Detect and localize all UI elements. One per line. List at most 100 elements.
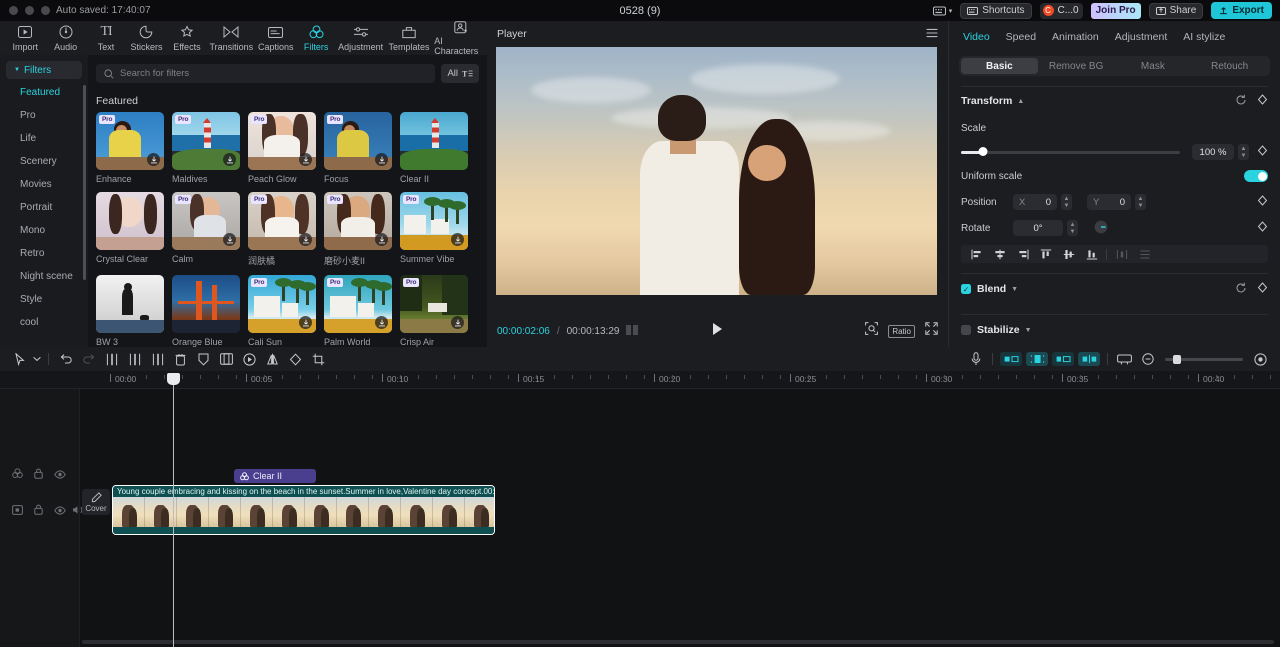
download-icon[interactable] bbox=[147, 153, 160, 166]
filter-thumbnail[interactable]: Pro bbox=[172, 112, 240, 170]
share-button[interactable]: Share bbox=[1148, 2, 1204, 19]
filter-item[interactable]: Pro 磨砂小麦II bbox=[324, 192, 392, 267]
tab-effects[interactable]: Effects bbox=[168, 22, 206, 54]
filter-thumbnail[interactable]: Pro bbox=[248, 112, 316, 170]
filter-item[interactable]: Pro Palm World bbox=[324, 275, 392, 347]
sidebar-item-featured[interactable]: Featured bbox=[0, 81, 88, 104]
tab-audio[interactable]: Audio bbox=[46, 22, 84, 54]
filter-thumbnail[interactable]: Pro bbox=[324, 112, 392, 170]
keyframe-scale-button[interactable] bbox=[1257, 145, 1268, 159]
freeze-frame-button[interactable] bbox=[1050, 349, 1076, 369]
player-menu-button[interactable] bbox=[926, 28, 938, 41]
fullscreen-button[interactable] bbox=[925, 322, 938, 340]
video-track-icon[interactable] bbox=[12, 502, 23, 520]
trim-left-button[interactable] bbox=[123, 349, 146, 369]
download-icon[interactable] bbox=[223, 233, 236, 246]
split-at-playhead-button[interactable] bbox=[1076, 349, 1102, 369]
distribute-vertical-button[interactable] bbox=[1133, 245, 1156, 263]
tab-filters[interactable]: Filters bbox=[297, 22, 335, 54]
sidebar-item-life[interactable]: Life bbox=[0, 127, 88, 150]
scale-slider[interactable] bbox=[961, 147, 1180, 156]
auto-cut-button[interactable] bbox=[998, 349, 1024, 369]
lock-track-button[interactable] bbox=[34, 466, 43, 484]
position-x-input[interactable]: X 0 bbox=[1013, 194, 1057, 210]
filter-item[interactable]: BW 3 bbox=[96, 275, 164, 347]
sidebar-item-movies[interactable]: Movies bbox=[0, 173, 88, 196]
keyboard-layout-selector[interactable]: ▾ bbox=[932, 6, 952, 16]
mirror-button[interactable] bbox=[261, 349, 284, 369]
hide-track-button[interactable] bbox=[54, 502, 66, 520]
filter-thumbnail[interactable]: Pro bbox=[248, 192, 316, 250]
crop-button[interactable] bbox=[307, 349, 330, 369]
sidebar-item-scenery[interactable]: Scenery bbox=[0, 150, 88, 173]
hide-track-button[interactable] bbox=[54, 466, 66, 484]
reset-blend-button[interactable] bbox=[1235, 282, 1247, 297]
reset-transform-button[interactable] bbox=[1235, 94, 1247, 109]
filter-item[interactable]: Pro Cali Sun bbox=[248, 275, 316, 347]
filter-item[interactable]: Pro Calm bbox=[172, 192, 240, 267]
undo-button[interactable] bbox=[54, 349, 77, 369]
maximize-window-button[interactable] bbox=[41, 6, 50, 15]
fit-timeline-button[interactable] bbox=[1249, 349, 1272, 369]
align-center-horizontal-button[interactable] bbox=[988, 245, 1011, 263]
chevron-up-icon[interactable]: ▲ bbox=[1017, 98, 1024, 105]
align-left-button[interactable] bbox=[965, 245, 988, 263]
filter-thumbnail[interactable]: Pro bbox=[324, 275, 392, 333]
sidebar-item-mono[interactable]: Mono bbox=[0, 219, 88, 242]
sidebar-scrollbar[interactable] bbox=[83, 85, 86, 280]
filter-item[interactable]: Pro 润肤橘 bbox=[248, 192, 316, 267]
segment-remove-bg[interactable]: Remove BG bbox=[1038, 58, 1115, 74]
filter-thumbnail[interactable]: Pro bbox=[400, 192, 468, 250]
filter-thumbnail[interactable]: Pro bbox=[324, 192, 392, 250]
rotate-button[interactable] bbox=[284, 349, 307, 369]
account-button[interactable]: C C...0 bbox=[1039, 2, 1083, 19]
cover-button[interactable]: Cover bbox=[82, 489, 110, 515]
rotate-dial[interactable] bbox=[1093, 219, 1109, 238]
minimize-window-button[interactable] bbox=[25, 6, 34, 15]
chevron-down-icon[interactable]: ▼ bbox=[1011, 286, 1018, 293]
segment-basic[interactable]: Basic bbox=[961, 58, 1038, 74]
filter-item[interactable]: Pro Crisp Air bbox=[400, 275, 468, 347]
filter-item[interactable]: Orange Blue bbox=[172, 275, 240, 347]
download-icon[interactable] bbox=[451, 316, 464, 329]
filter-thumbnail[interactable] bbox=[96, 192, 164, 250]
tab-video[interactable]: Video bbox=[963, 31, 990, 43]
align-bottom-button[interactable] bbox=[1080, 245, 1103, 263]
filter-item[interactable]: Pro Maldives bbox=[172, 112, 240, 184]
tab-templates[interactable]: Templates bbox=[386, 22, 432, 54]
search-input[interactable]: Search for filters bbox=[96, 64, 436, 83]
tab-adjustment[interactable]: Adjustment bbox=[337, 22, 383, 54]
select-tool-button[interactable] bbox=[8, 349, 31, 369]
split-button[interactable] bbox=[100, 349, 123, 369]
tab-text[interactable]: TI Text bbox=[87, 22, 125, 54]
sidebar-item-cool[interactable]: cool bbox=[0, 311, 88, 334]
delete-button[interactable] bbox=[169, 349, 192, 369]
redo-button[interactable] bbox=[77, 349, 100, 369]
record-voiceover-button[interactable] bbox=[964, 349, 987, 369]
scale-value-input[interactable]: 100 % bbox=[1192, 144, 1234, 160]
timeline-horizontal-scrollbar[interactable] bbox=[82, 640, 1274, 644]
filter-all-button[interactable]: All T bbox=[441, 64, 479, 83]
scale-slider-knob[interactable] bbox=[978, 147, 988, 156]
clip-view-button[interactable] bbox=[1113, 349, 1136, 369]
distribute-horizontal-button[interactable] bbox=[1110, 245, 1133, 263]
zoom-to-fit-button[interactable] bbox=[865, 322, 879, 340]
shortcuts-button[interactable]: Shortcuts bbox=[960, 2, 1032, 19]
filter-item[interactable]: Pro Focus bbox=[324, 112, 392, 184]
segment-mask[interactable]: Mask bbox=[1115, 58, 1192, 74]
filter-thumbnail[interactable]: Pro bbox=[248, 275, 316, 333]
filter-item[interactable]: Pro Summer Vibe bbox=[400, 192, 468, 267]
keyframe-blend-button[interactable] bbox=[1257, 282, 1268, 296]
chevron-down-icon[interactable]: ▼ bbox=[1025, 327, 1032, 334]
position-y-stepper[interactable]: ▲ ▼ bbox=[1135, 194, 1146, 210]
marker-button[interactable] bbox=[192, 349, 215, 369]
filter-item[interactable]: Clear II bbox=[400, 112, 468, 184]
tab-import[interactable]: Import bbox=[6, 22, 44, 54]
sidebar-item-style[interactable]: Style bbox=[0, 288, 88, 311]
filter-thumbnail[interactable] bbox=[96, 275, 164, 333]
filter-thumbnail[interactable] bbox=[172, 275, 240, 333]
download-icon[interactable] bbox=[375, 153, 388, 166]
tab-speed[interactable]: Speed bbox=[1006, 31, 1036, 43]
align-right-button[interactable] bbox=[1011, 245, 1034, 263]
keyframe-rotate-button[interactable] bbox=[1257, 221, 1268, 235]
